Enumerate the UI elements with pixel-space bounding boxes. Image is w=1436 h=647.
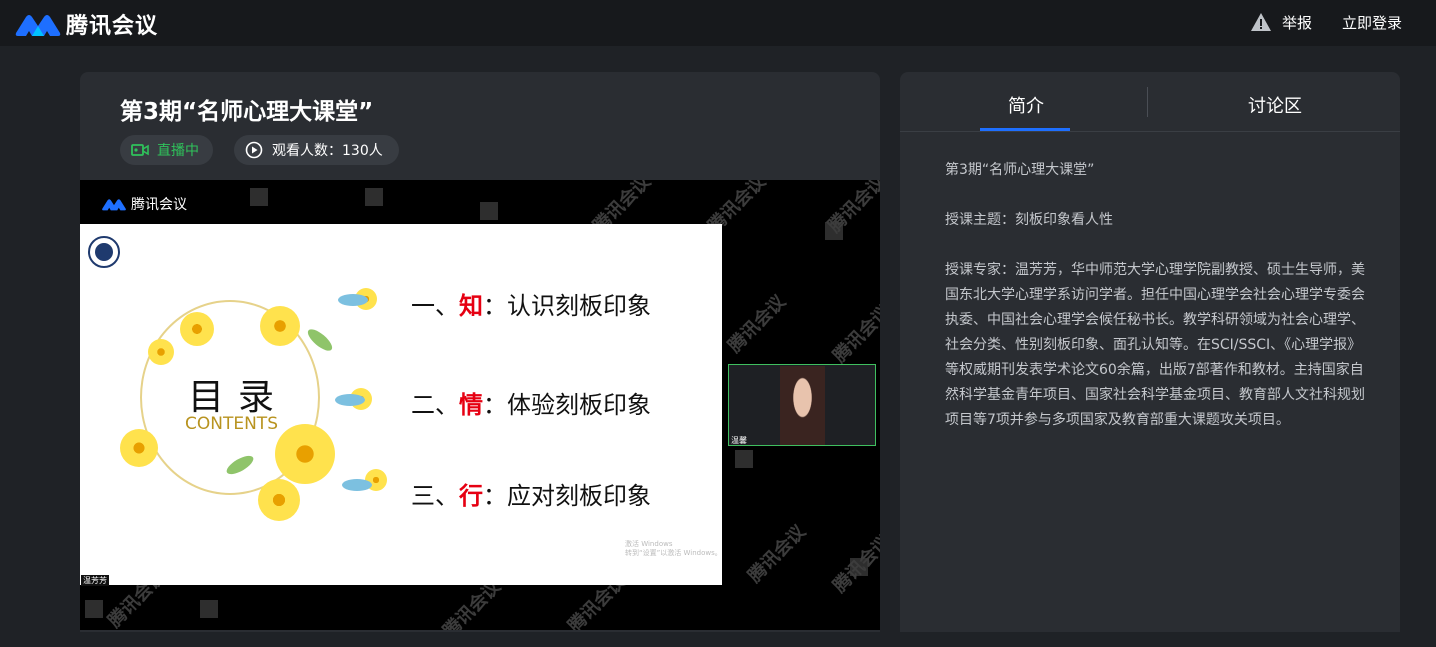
slide-subheading: CONTENTS <box>185 414 278 434</box>
speaker-camera-view[interactable]: 温馨 <box>728 364 876 446</box>
leaf-decoration <box>304 325 336 355</box>
tencent-meeting-logo-icon <box>102 199 126 211</box>
item-text: ：应对刻板印象 <box>483 482 651 510</box>
item-text: ：认识刻板印象 <box>483 292 651 320</box>
speaker-name-tag: 温芳芳 <box>81 575 109 586</box>
play-circle-icon <box>245 141 263 159</box>
tab-intro[interactable]: 简介 <box>1008 92 1044 118</box>
live-label: 直播中 <box>157 143 199 159</box>
watermark-mark <box>85 600 103 618</box>
info-panel: 简介 讨论区 第3期“名师心理大课堂” 授课主题：刻板印象看人性 授课专家：温芳… <box>900 72 1400 632</box>
slide-heading: 目录 <box>188 377 289 418</box>
intro-expert: 授课专家：温芳芳，华中师范大学心理学院副教授、硕士生导师，美国东北大学心理学系访… <box>945 262 1365 428</box>
pip-name-tag: 温馨 <box>731 436 747 445</box>
watermark-text: 腾讯会议 <box>744 521 810 587</box>
item-prefix: 二、 <box>411 391 459 419</box>
item-keyword: 行 <box>459 482 483 510</box>
video-brand: 腾讯会议 <box>100 194 187 214</box>
speaker-video-feed <box>780 366 825 445</box>
viewer-count-badge: 观看人数：130人 <box>234 135 399 165</box>
watermark-text: 腾讯会议 <box>829 301 880 367</box>
video-brand-name: 腾讯会议 <box>131 197 187 213</box>
leaf-decoration <box>342 479 372 491</box>
intro-title: 第3期“名师心理大课堂” <box>945 162 1095 178</box>
tab-bar: 简介 讨论区 <box>900 72 1400 132</box>
live-status-badge: 直播中 <box>120 135 213 165</box>
report-label: 举报 <box>1282 13 1313 32</box>
leaf-decoration <box>338 294 368 306</box>
video-camera-icon <box>131 144 149 156</box>
watermark-mark <box>250 188 268 206</box>
meeting-title: 第3期“名师心理大课堂” <box>120 99 374 125</box>
tencent-meeting-logo-icon <box>15 15 61 36</box>
watermark-mark <box>200 600 218 618</box>
live-video-stream[interactable]: 腾讯会议 腾讯会议 腾讯会议 腾讯会议 腾讯会议 腾讯会议 腾讯会议 腾讯会议 … <box>80 180 880 630</box>
item-keyword: 情 <box>459 391 483 419</box>
activate-line: 激活 Windows <box>625 540 673 548</box>
top-bar: 腾讯会议 举报 立即登录 <box>0 0 1436 46</box>
watermark-mark <box>735 450 753 468</box>
tab-discussion[interactable]: 讨论区 <box>1248 92 1302 118</box>
item-text: ：体验刻板印象 <box>483 391 651 419</box>
login-button[interactable]: 立即登录 <box>1342 12 1402 33</box>
shared-slide: 目录 CONTENTS 一、知：认识刻板印象 二、情：体验刻板印象 三、行：应对… <box>80 224 722 585</box>
activate-line: 转到“设置”以激活 Windows。 <box>625 549 722 557</box>
item-keyword: 知 <box>459 292 483 320</box>
brand[interactable]: 腾讯会议 <box>14 8 158 40</box>
slide-item: 三、行：应对刻板印象 <box>411 476 651 511</box>
active-tab-indicator <box>980 128 1070 131</box>
watermark-text: 腾讯会议 <box>824 180 880 237</box>
watermark-text: 腾讯会议 <box>724 291 790 357</box>
activate-windows-notice: 激活 Windows 转到“设置”以激活 Windows。 <box>625 540 722 558</box>
tab-divider <box>1147 87 1148 117</box>
slide-item: 一、知：认识刻板印象 <box>411 286 651 321</box>
watermark-mark <box>480 202 498 220</box>
flower-decoration <box>258 479 300 521</box>
player-panel: 第3期“名师心理大课堂” 直播中 观看人数：130人 腾讯会议 腾讯会议 腾讯会… <box>80 72 880 632</box>
intro-content: 第3期“名师心理大课堂” 授课主题：刻板印象看人性 授课专家：温芳芳，华中师范大… <box>945 158 1365 458</box>
flower-decoration <box>180 312 214 346</box>
flower-decoration <box>260 306 300 346</box>
flower-decoration <box>275 424 335 484</box>
slide-item: 二、情：体验刻板印象 <box>411 385 651 420</box>
intro-topic: 授课主题：刻板印象看人性 <box>945 212 1113 228</box>
flower-decoration <box>148 339 174 365</box>
viewer-count: 观看人数：130人 <box>272 143 383 159</box>
warning-icon <box>1251 13 1271 31</box>
item-prefix: 一、 <box>411 292 459 320</box>
watermark-mark <box>365 188 383 206</box>
report-button[interactable]: 举报 <box>1250 11 1312 33</box>
brand-name: 腾讯会议 <box>66 14 159 39</box>
item-prefix: 三、 <box>411 482 459 510</box>
watermark-text: 腾讯会议 <box>829 531 880 597</box>
leaf-decoration <box>335 394 365 406</box>
flower-decoration <box>120 429 158 467</box>
university-seal-icon <box>88 236 120 268</box>
